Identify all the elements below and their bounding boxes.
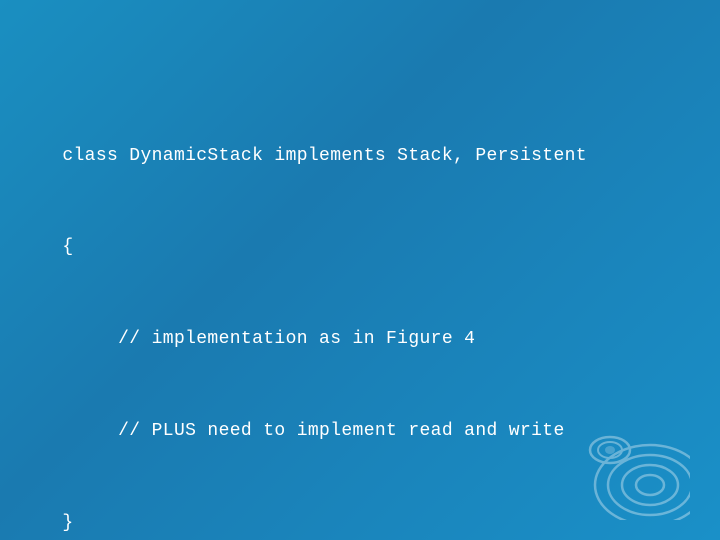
code-line-3: // implementation as in Figure 4 <box>62 329 475 349</box>
code-line-5: } <box>62 513 73 533</box>
code-line-1: class DynamicStack implements Stack, Per… <box>62 146 587 166</box>
code-line-2: { <box>62 237 73 257</box>
decorative-rings <box>570 420 690 520</box>
code-line-4: // PLUS need to implement read and write <box>62 421 564 441</box>
code-block: class DynamicStack implements Stack, Per… <box>40 110 587 538</box>
